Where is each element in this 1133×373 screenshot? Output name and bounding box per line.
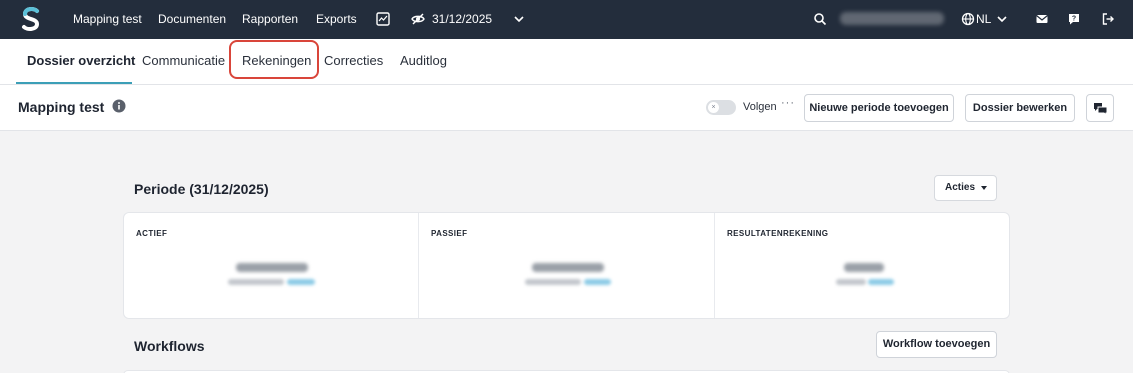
mail-icon[interactable] (1035, 12, 1049, 26)
passief-value-blurred (532, 263, 604, 272)
actief-value-blurred (236, 263, 308, 272)
active-tab-indicator (16, 82, 132, 84)
toggle-knob: × (708, 102, 719, 113)
page-title: Mapping test (18, 99, 105, 115)
passief-column: PASSIEF (419, 213, 714, 318)
logout-icon[interactable] (1101, 12, 1115, 26)
user-name-blurred[interactable] (840, 12, 944, 25)
edit-dossier-button[interactable]: Dossier bewerken (965, 94, 1075, 122)
balance-summary-card: ACTIEF PASSIEF RESULTATENREKENING (123, 212, 1010, 319)
actief-sub-blurred (228, 279, 284, 285)
comments-button[interactable] (1086, 94, 1114, 122)
dossier-tabs: Dossier overzicht Communicatie Rekeninge… (0, 39, 1133, 85)
info-icon[interactable] (112, 99, 126, 113)
search-icon[interactable] (813, 12, 827, 26)
chart-icon[interactable] (376, 12, 390, 26)
top-navbar: Mapping test Documenten Rapporten Export… (0, 0, 1133, 39)
period-title: Periode (31/12/2025) (134, 181, 269, 197)
resultatenrekening-column: RESULTATENREKENING (715, 213, 1009, 318)
tab-dossier-overzicht[interactable]: Dossier overzicht (27, 39, 135, 84)
svg-text:?: ? (1072, 16, 1076, 23)
workflows-title: Workflows (134, 338, 205, 354)
nav-exports[interactable]: Exports (316, 0, 357, 39)
actief-column: ACTIEF (124, 213, 418, 318)
nav-rapporten[interactable]: Rapporten (242, 0, 298, 39)
caret-down-icon (981, 186, 987, 190)
chevron-down-icon[interactable] (512, 12, 526, 26)
passief-label: PASSIEF (431, 229, 468, 238)
resultaat-value-blurred (844, 263, 884, 272)
add-workflow-button[interactable]: Workflow toevoegen (876, 331, 997, 358)
app-logo-icon[interactable] (20, 5, 42, 33)
language-selector[interactable]: NL (976, 0, 991, 39)
comments-icon (1094, 103, 1108, 115)
resultatenrekening-label: RESULTATENREKENING (727, 229, 829, 238)
follow-toggle[interactable]: × (706, 100, 736, 115)
actief-label: ACTIEF (136, 229, 168, 238)
globe-icon[interactable] (961, 12, 975, 26)
tab-auditlog[interactable]: Auditlog (400, 39, 447, 84)
nav-mapping-test[interactable]: Mapping test (73, 0, 142, 39)
passief-sub-blurred (525, 279, 581, 285)
more-options-icon[interactable]: ··· (781, 97, 795, 109)
tab-communicatie[interactable]: Communicatie (142, 39, 225, 84)
chevron-down-icon[interactable] (995, 12, 1009, 26)
rekeningen-highlight-box (229, 40, 319, 79)
resultaat-sub-blurred (836, 279, 866, 285)
tab-correcties[interactable]: Correcties (324, 39, 383, 84)
help-chat-icon[interactable]: ? (1067, 12, 1081, 26)
actief-link-blurred[interactable] (287, 279, 315, 285)
eye-off-icon[interactable] (411, 12, 425, 26)
period-selector-label[interactable]: 31/12/2025 (432, 0, 492, 39)
actions-label: Acties (945, 182, 976, 193)
follow-label: Volgen (743, 101, 777, 113)
actions-dropdown[interactable]: Acties (934, 175, 997, 201)
new-period-button[interactable]: Nieuwe periode toevoegen (804, 94, 954, 122)
passief-link-blurred[interactable] (584, 279, 611, 285)
dossier-header: Mapping test × Volgen ··· Nieuwe periode… (0, 85, 1133, 131)
nav-documenten[interactable]: Documenten (158, 0, 226, 39)
resultaat-link-blurred[interactable] (868, 279, 894, 285)
